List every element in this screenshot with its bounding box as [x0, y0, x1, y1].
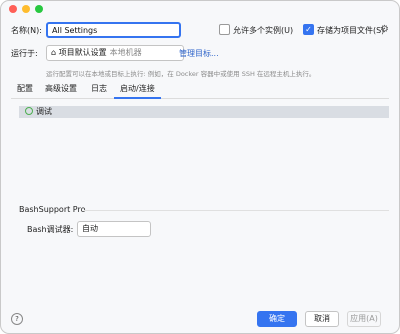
store-as-project-file-label[interactable]: 存储为项目文件(S)	[317, 25, 384, 36]
manage-targets-link[interactable]: 管理目标...	[179, 48, 219, 59]
tab-startup-connection[interactable]: 启动/连接	[114, 81, 161, 99]
bash-debugger-select[interactable]: 自动	[77, 221, 151, 237]
name-row: 名称(N): 允许多个实例(U) ✓ 存储为项目文件(S) ⚙	[11, 22, 389, 38]
run-on-row: 运行于: ⌂ 项目默认设置 本地机器 管理目标...	[11, 45, 389, 61]
gear-icon[interactable]: ⚙	[380, 24, 389, 35]
tab-logs[interactable]: 日志	[85, 81, 113, 99]
run-configuration-dialog: 名称(N): 允许多个实例(U) ✓ 存储为项目文件(S) ⚙ 运行于: ⌂ 项…	[0, 0, 400, 334]
tab-bar: 配置 高级设置 日志 启动/连接	[11, 81, 389, 99]
help-button[interactable]: ?	[11, 313, 23, 325]
tree-item-debug[interactable]: 调试	[19, 106, 389, 118]
run-target-select[interactable]: ⌂ 项目默认设置 本地机器	[46, 45, 184, 61]
allow-multiple-label[interactable]: 允许多个实例(U)	[233, 25, 293, 36]
tab-advanced[interactable]: 高级设置	[39, 81, 83, 99]
bashsupport-section-title: BashSupport Pro	[19, 205, 86, 214]
dialog-footer: ? 确定 取消 应用(A)	[11, 311, 389, 327]
allow-multiple-checkbox[interactable]	[219, 24, 230, 35]
section-divider	[84, 210, 389, 211]
minimize-window-button[interactable]	[22, 5, 30, 13]
name-label: 名称(N):	[11, 26, 42, 35]
cancel-button[interactable]: 取消	[305, 311, 339, 327]
close-window-button[interactable]	[9, 5, 17, 13]
bash-debugger-row: Bash调试器: 自动	[27, 221, 389, 237]
maximize-window-button[interactable]	[35, 5, 43, 13]
run-target-main: 项目默认设置	[58, 48, 107, 57]
window-controls	[9, 5, 43, 13]
tab-config[interactable]: 配置	[11, 81, 39, 99]
apply-button[interactable]: 应用(A)	[347, 311, 381, 327]
debug-icon	[25, 107, 33, 115]
tree-item-label: 调试	[36, 107, 52, 116]
name-input[interactable]	[46, 22, 181, 38]
run-target-sub: 本地机器	[109, 48, 142, 57]
run-on-label: 运行于:	[11, 49, 38, 58]
startup-panel: 调试	[11, 101, 389, 201]
bash-debugger-label: Bash调试器:	[27, 225, 74, 234]
run-on-hint: 运行配置可以在本地或目标上执行: 例如，在 Docker 容器中或使用 SSH …	[46, 70, 316, 78]
home-icon: ⌂	[51, 48, 57, 57]
ok-button[interactable]: 确定	[257, 311, 297, 327]
store-as-project-file-checkbox[interactable]: ✓	[303, 24, 314, 35]
